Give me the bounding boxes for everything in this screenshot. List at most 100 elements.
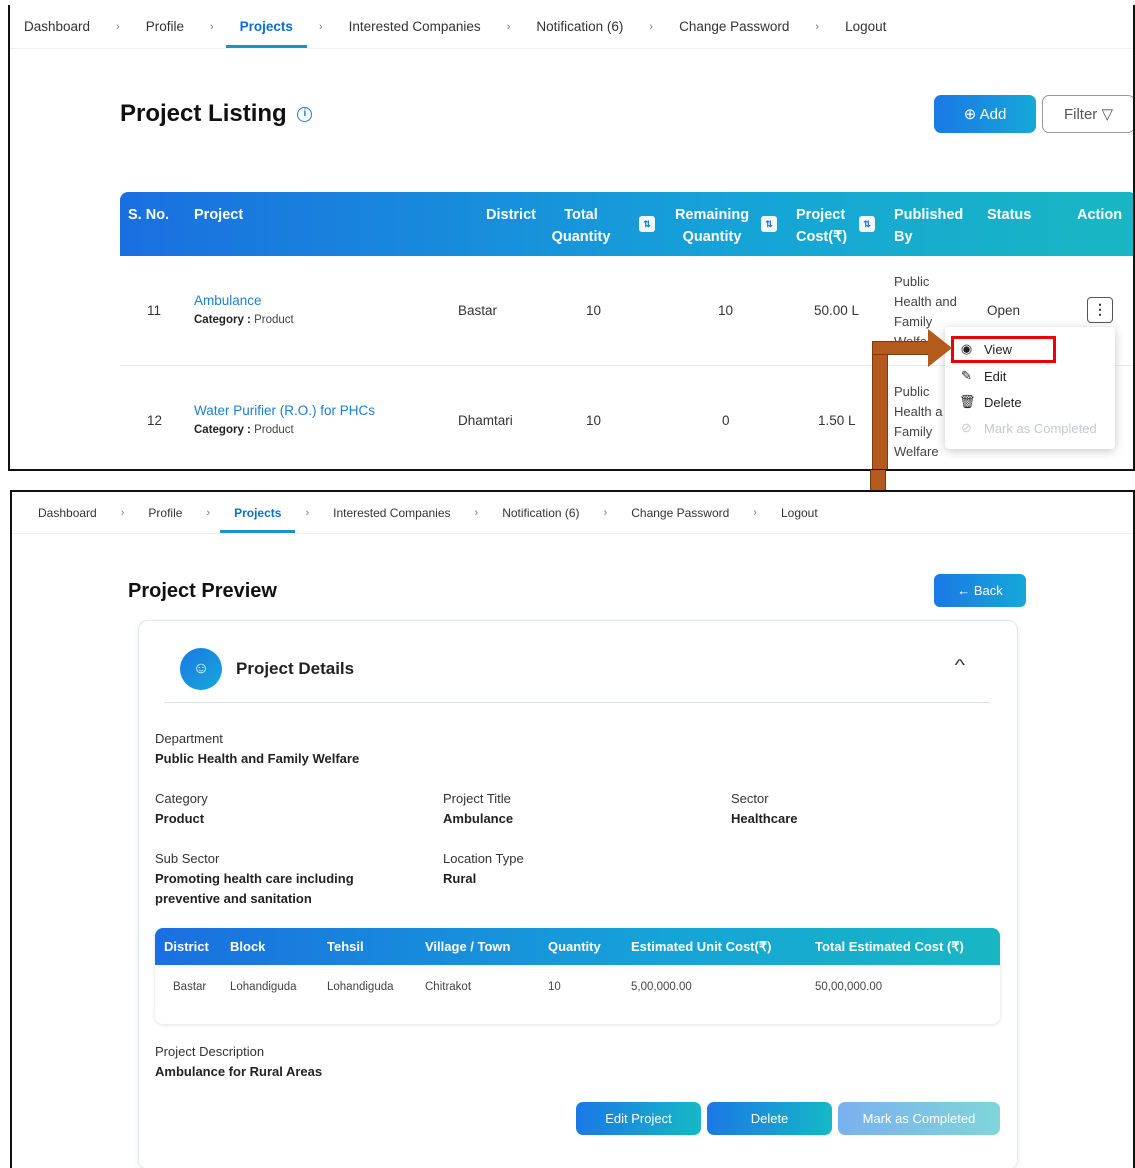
header-project-cost: Project Cost(₹) [796, 204, 847, 248]
header-cost-line1: Project [796, 207, 846, 223]
nav-projects[interactable]: Projects [220, 492, 296, 533]
field-sector: Sector Healthcare [731, 789, 797, 829]
sector-value: Healthcare [731, 811, 798, 826]
header-total-quantity: Total Quantity [549, 204, 613, 248]
published-line: Public [894, 384, 930, 399]
cell-sno: 11 [147, 303, 162, 318]
nav-separator: › [120, 506, 125, 519]
row-action-menu-button[interactable]: ⋮ [1087, 297, 1113, 323]
nav-separator: › [649, 20, 654, 33]
nav-profile[interactable]: Profile [134, 492, 196, 533]
td-village: Chitrakot [425, 981, 472, 993]
published-line: Family [894, 424, 933, 439]
cell-cost: 1.50 L [818, 413, 856, 428]
field-project-description: Project Description Ambulance for Rural … [155, 1042, 322, 1082]
header-published-line1: Published [894, 207, 964, 223]
info-icon[interactable]: i [297, 107, 313, 123]
sector-label: Sector [731, 791, 769, 806]
nav-notification[interactable]: Notification (6) [522, 5, 637, 48]
location-type-value: Rural [443, 871, 477, 886]
department-label: Department [155, 731, 223, 746]
th-total-cost: Total Estimated Cost (₹) [815, 939, 964, 954]
edit-project-button[interactable]: Edit Project [576, 1102, 701, 1135]
header-sno: S. No. [128, 207, 170, 223]
annotation-arrow-vertical [872, 341, 888, 469]
description-value: Ambulance for Rural Areas [155, 1064, 323, 1079]
cell-district: Dhamtari [458, 413, 513, 428]
td-block: Lohandiguda [230, 981, 297, 993]
nav-dashboard[interactable]: Dashboard [10, 5, 104, 48]
user-check-icon: ☺ [180, 648, 222, 690]
header-published-line2: By [894, 229, 913, 245]
mark-completed-button[interactable]: Mark as Completed [838, 1102, 1000, 1135]
nav-profile[interactable]: Profile [132, 5, 198, 48]
nav-dashboard[interactable]: Dashboard [12, 492, 111, 533]
category-value: Product [254, 314, 294, 326]
chevron-up-icon[interactable]: ^ [954, 657, 965, 675]
sort-icon[interactable]: ⇅ [639, 216, 655, 232]
published-line: Family [894, 314, 933, 329]
project-link[interactable]: Water Purifier (R.O.) for PHCs [194, 403, 375, 418]
sort-icon[interactable]: ⇅ [761, 216, 777, 232]
header-remaining-quantity: Remaining Quantity [672, 204, 752, 248]
menu-item-mark-completed: ⊘ Mark as Completed [959, 420, 1097, 436]
table-header: S. No. Project District Total Quantity ⇅… [120, 192, 1133, 256]
cell-status: Open [987, 303, 1021, 318]
th-district: District [164, 939, 209, 954]
nav-notification[interactable]: Notification (6) [488, 492, 593, 533]
menu-item-delete[interactable]: 🗑 Delete [959, 394, 1022, 410]
cell-district: Bastar [458, 303, 498, 318]
project-link[interactable]: Ambulance [194, 293, 294, 308]
field-category: Category Product [155, 789, 208, 829]
location-table: District Block Tehsil Village / Town Qua… [155, 928, 1000, 1024]
th-quantity: Quantity [548, 939, 601, 954]
filter-button[interactable]: Filter ▽ [1042, 95, 1133, 133]
nav-interested-companies[interactable]: Interested Companies [335, 5, 495, 48]
nav-change-password[interactable]: Change Password [665, 5, 803, 48]
back-button[interactable]: ← Back [934, 574, 1026, 607]
td-district: Bastar [173, 981, 207, 993]
nav-change-password[interactable]: Change Password [617, 492, 743, 533]
nav-logout[interactable]: Logout [831, 5, 900, 48]
page-title: Project Listing i [120, 100, 313, 128]
cell-published-by: Public Health a Family Welfare [894, 382, 942, 462]
cell-remaining: 0 [722, 413, 730, 428]
nav-interested-companies[interactable]: Interested Companies [319, 492, 464, 533]
cell-sno: 12 [147, 413, 163, 428]
department-value: Public Health and Family Welfare [155, 751, 360, 766]
cell-total: 10 [586, 303, 602, 318]
nav-separator: › [815, 20, 820, 33]
sub-sector-label: Sub Sector [155, 851, 220, 866]
published-line: Health a [894, 404, 943, 419]
divider [164, 702, 990, 703]
th-unit-cost: Estimated Unit Cost(₹) [631, 939, 772, 954]
annotation-arrow-horizontal [872, 341, 930, 355]
published-line: Public [894, 274, 930, 289]
top-nav: Dashboard › Profile › Projects › Interes… [10, 5, 1133, 49]
cell-project: Ambulance Category : Product [194, 293, 294, 326]
location-type-label: Location Type [443, 851, 524, 866]
annotation-arrow-head [928, 329, 952, 367]
add-button[interactable]: ⊕ Add [934, 95, 1036, 133]
project-preview-panel: Dashboard › Profile › Projects › Interes… [10, 490, 1135, 1168]
td-total-cost: 50,00,000.00 [815, 981, 883, 993]
menu-mark-label: Mark as Completed [984, 420, 1097, 436]
category-label: Category : [194, 314, 251, 326]
header-total-line1: Total [564, 207, 598, 223]
delete-button[interactable]: Delete [707, 1102, 832, 1135]
trash-icon: 🗑 [959, 394, 976, 409]
th-tehsil: Tehsil [327, 939, 364, 954]
nav-logout[interactable]: Logout [767, 492, 832, 533]
published-line: Health and [894, 294, 957, 309]
td-tehsil: Lohandiguda [327, 981, 394, 993]
nav-separator: › [603, 506, 608, 519]
header-status: Status [987, 207, 1032, 223]
nav-projects[interactable]: Projects [225, 5, 308, 48]
header-total-line2: Quantity [551, 229, 611, 245]
header-cost-line2: Cost(₹) [796, 229, 848, 245]
cell-project: Water Purifier (R.O.) for PHCs Category … [194, 403, 375, 436]
menu-item-edit[interactable]: ✎ Edit [959, 368, 1006, 384]
check-circle-icon: ⊘ [961, 420, 972, 435]
td-quantity: 10 [548, 981, 561, 993]
sort-icon[interactable]: ⇅ [859, 216, 875, 232]
